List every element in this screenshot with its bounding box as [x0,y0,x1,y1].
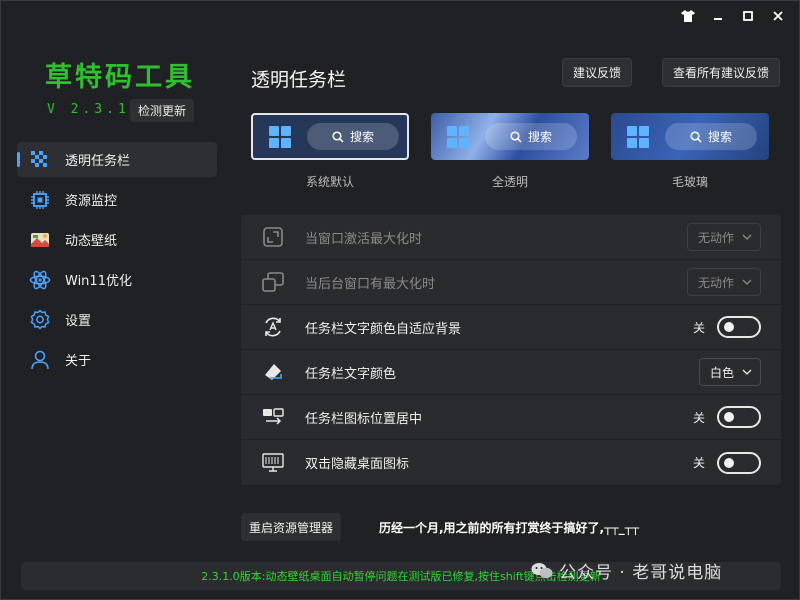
dropdown-value: 无动作 [697,275,734,290]
watermark: 公众号 · 老哥说电脑 [531,558,722,583]
preview-label-system-default: 系统默认 [305,175,354,189]
chevron-down-icon [742,279,752,285]
text-color-dropdown[interactable]: 白色 [698,358,761,386]
toggle-group: 关 [693,316,761,338]
restart-explorer-button[interactable]: 重启资源管理器 [241,513,342,541]
settings-list: 当窗口激活最大化时 无动作 当后台窗口有最大化时 无动作 任务栏文字颜色自适应背… [241,215,781,485]
preview-label-acrylic: 毛玻璃 [671,175,708,189]
sidebar-item-win11-optimize[interactable]: Win11优化 [17,262,217,297]
sidebar-item-transparent-taskbar[interactable]: 透明任务栏 [17,142,217,177]
adaptive-color-toggle[interactable] [717,316,761,338]
chevron-down-icon [742,369,752,375]
toggle-state-label: 关 [692,320,705,335]
windows-logo-icon [627,125,649,148]
setting-row-active-window-maximized: 当窗口激活最大化时 无动作 [241,215,781,260]
chevron-down-icon [742,234,752,240]
preview-search-pill: 搜索 [307,123,399,150]
watermark-text: 公众号 · 老哥说电脑 [559,563,723,583]
action-dropdown[interactable]: 无动作 [686,223,761,251]
sidebar-item-about[interactable]: 关于 [17,342,217,377]
sidebar-item-resource-monitor[interactable]: 资源监控 [17,182,217,217]
sidebar: 草特码工具 V 2.3.1.2 检测更新 透明任务栏 资源监控 动态壁纸 Win… [1,1,231,561]
sidebar-nav: 透明任务栏 资源监控 动态壁纸 Win11优化 设置 关于 [17,142,217,382]
setting-row-hide-desktop-icons: 双击隐藏桌面图标 关 [241,440,781,485]
wallpaper-icon [29,229,51,251]
sidebar-item-settings[interactable]: 设置 [17,302,217,337]
toggle-state-label: 关 [692,456,705,470]
sidebar-item-label: 动态壁纸 [65,234,118,249]
main-panel: 透明任务栏 建议反馈 查看所有建议反馈 搜索 搜索 搜索 系统默认 全透明 毛玻… [241,1,786,561]
background-windows-icon [261,270,285,294]
search-icon [690,130,702,143]
preview-acrylic[interactable]: 搜索 [611,113,769,160]
setting-row-text-color: 任务栏文字颜色 白色 [241,350,781,395]
preview-search-pill: 搜索 [665,123,757,150]
maximize-window-icon [261,225,285,249]
sidebar-item-label: Win11优化 [65,274,132,289]
gear-icon [29,308,51,331]
toggle-group: 关 [692,451,761,474]
preview-label-fully-transparent: 全透明 [491,175,528,189]
setting-label: 任务栏图标位置居中 [305,411,423,427]
setting-row-background-window-maximized: 当后台窗口有最大化时 无动作 [241,260,781,305]
preview-fully-transparent[interactable]: 搜索 [431,113,589,160]
setting-label: 双击隐藏桌面图标 [305,457,410,472]
setting-row-adaptive-text-color: 任务栏文字颜色自适应背景 关 [241,305,781,350]
preview-search-label: 搜索 [707,130,732,144]
wechat-icon [531,562,553,578]
toggle-group: 关 [693,406,761,428]
preview-search-label: 搜索 [349,130,374,144]
action-dropdown[interactable]: 无动作 [686,268,761,296]
sidebar-item-dynamic-wallpaper[interactable]: 动态壁纸 [17,222,217,257]
center-icons-icon [261,405,285,429]
view-all-feedback-button[interactable]: 查看所有建议反馈 [662,58,781,87]
sidebar-item-label: 设置 [65,314,92,329]
windows-logo-icon [447,125,469,148]
feedback-button[interactable]: 建议反馈 [562,58,633,87]
color-fill-icon [261,360,285,384]
auto-color-icon [261,315,285,339]
person-icon [29,349,51,371]
sidebar-item-label: 关于 [65,354,92,369]
preview-search-pill: 搜索 [485,123,577,150]
windows-logo-icon [269,125,291,148]
setting-row-center-icons: 任务栏图标位置居中 关 [241,395,781,440]
sidebar-item-label: 资源监控 [65,194,118,209]
setting-label: 当窗口激活最大化时 [305,231,423,247]
toggle-state-label: 关 [692,410,705,425]
search-icon [510,130,522,143]
preview-system-default[interactable]: 搜索 [251,113,409,160]
preview-search-label: 搜索 [527,130,552,144]
hide-desktop-icon [261,451,285,475]
setting-label: 任务栏文字颜色 [305,366,397,382]
atom-icon [29,269,51,291]
check-update-button[interactable]: 检测更新 [130,99,195,122]
cpu-chip-icon [29,189,51,211]
center-icons-toggle[interactable] [717,406,761,428]
page-title: 透明任务栏 [251,69,347,91]
hide-desktop-icons-toggle[interactable] [717,451,761,474]
search-icon [332,130,344,143]
developer-note: 历经一个月,用之前的所有打赏终于搞好了,┬┬_┬┬ [379,521,640,535]
app-window: 草特码工具 V 2.3.1.2 检测更新 透明任务栏 资源监控 动态壁纸 Win… [0,0,800,600]
setting-label: 任务栏文字颜色自适应背景 [305,321,462,337]
app-title: 草特码工具 [45,62,195,93]
sidebar-item-label: 透明任务栏 [65,154,131,169]
dropdown-value: 白色 [709,365,734,380]
dropdown-value: 无动作 [697,230,734,245]
transparent-taskbar-icon [29,149,51,171]
setting-label: 当后台窗口有最大化时 [305,276,436,292]
